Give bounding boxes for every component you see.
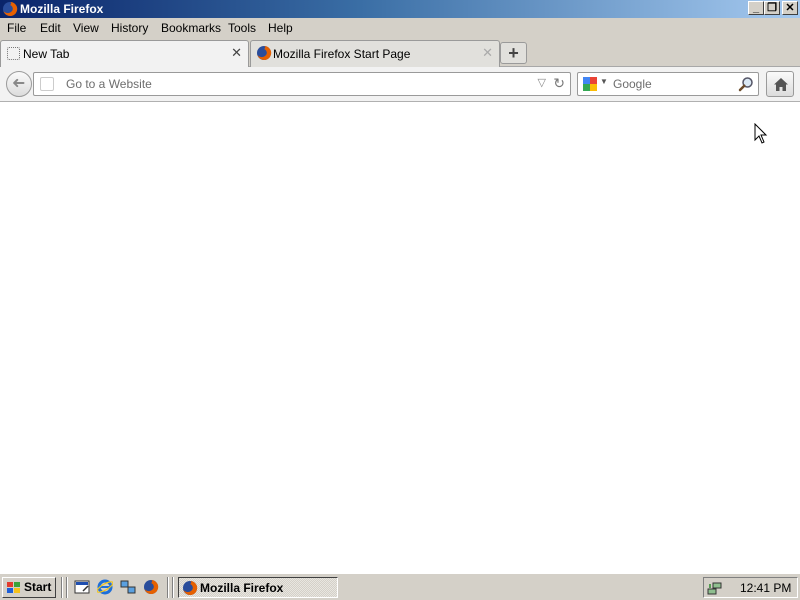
url-bar[interactable]: ▽ ↻ <box>33 72 571 96</box>
close-window-button[interactable]: ✕ <box>782 1 798 15</box>
menu-help[interactable]: Help <box>268 21 293 35</box>
firefox-icon <box>257 45 272 60</box>
search-engine-dropdown-icon[interactable]: ▼ <box>600 77 608 86</box>
search-bar[interactable]: ▼ <box>577 72 759 96</box>
system-tray: 12:41 PM <box>703 577 798 598</box>
search-input[interactable] <box>613 76 731 92</box>
taskbar-separator <box>61 577 63 598</box>
window-titlebar[interactable]: Mozilla Firefox _ ❐ ✕ <box>0 0 800 18</box>
show-desktop-icon[interactable] <box>74 579 90 595</box>
google-icon[interactable] <box>583 77 597 91</box>
search-icon[interactable] <box>738 76 754 92</box>
back-arrow-icon: ➜ <box>12 75 26 92</box>
site-identity-icon[interactable] <box>40 77 54 91</box>
menu-edit[interactable]: Edit <box>40 21 61 35</box>
url-input[interactable] <box>66 76 526 92</box>
windows-flag-icon <box>7 582 20 593</box>
page-content[interactable] <box>0 102 800 573</box>
network-connection-icon[interactable] <box>707 580 723 596</box>
clock[interactable]: 12:41 PM <box>740 581 791 595</box>
network-icon[interactable] <box>120 579 136 595</box>
taskbar-separator <box>167 577 169 598</box>
tab-label: New Tab <box>23 47 70 61</box>
back-button[interactable]: ➜ <box>6 71 32 97</box>
taskbar-separator <box>172 577 174 598</box>
menu-history[interactable]: History <box>111 21 148 35</box>
taskbar-separator <box>66 577 68 598</box>
firefox-icon[interactable] <box>143 579 159 595</box>
menu-view[interactable]: View <box>73 21 99 35</box>
mouse-pointer-icon <box>754 123 768 144</box>
taskbar: Start Mozilla Firefox 12:41 PM <box>0 573 800 600</box>
menu-tools[interactable]: Tools <box>228 21 256 35</box>
tab-bar: New Tab ✕ Mozilla Firefox Start Page ✕ + <box>0 38 800 67</box>
close-tab-icon[interactable]: ✕ <box>482 45 493 61</box>
start-label: Start <box>24 580 52 594</box>
taskbar-button-label: Mozilla Firefox <box>200 581 284 595</box>
tab-new-tab[interactable]: New Tab ✕ <box>0 40 249 67</box>
menu-bar: File Edit View History Bookmarks Tools H… <box>0 18 800 38</box>
close-tab-icon[interactable]: ✕ <box>231 45 242 61</box>
firefox-icon <box>183 580 198 595</box>
new-tab-button[interactable]: + <box>500 42 527 64</box>
home-button[interactable] <box>766 71 794 97</box>
menu-file[interactable]: File <box>7 21 26 35</box>
home-icon <box>774 78 788 91</box>
start-button[interactable]: Start <box>2 577 56 598</box>
taskbar-button-firefox[interactable]: Mozilla Firefox <box>178 577 338 598</box>
tab-firefox-start-page[interactable]: Mozilla Firefox Start Page ✕ <box>250 40 500 67</box>
firefox-icon <box>3 1 18 16</box>
internet-explorer-icon[interactable] <box>97 579 113 595</box>
tab-label: Mozilla Firefox Start Page <box>273 47 411 61</box>
window-title: Mozilla Firefox <box>20 2 104 16</box>
history-dropdown-icon[interactable]: ▽ <box>538 76 546 89</box>
menu-bookmarks[interactable]: Bookmarks <box>161 21 221 35</box>
navigation-toolbar: ➜ ▽ ↻ ▼ <box>0 67 800 102</box>
maximize-button[interactable]: ❐ <box>764 1 780 15</box>
reload-icon[interactable]: ↻ <box>553 75 565 92</box>
blank-page-icon <box>7 47 20 60</box>
minimize-button[interactable]: _ <box>748 1 764 15</box>
